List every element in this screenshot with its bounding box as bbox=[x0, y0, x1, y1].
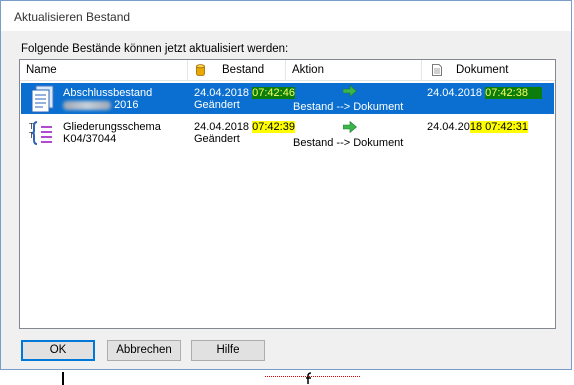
background-glyph bbox=[306, 372, 312, 384]
list-header: Name Bestand Aktion Dokument bbox=[20, 60, 555, 81]
document-icon bbox=[432, 64, 442, 76]
table-row[interactable]: Abschlussbestand 2016 24.04.2018 07:42:4… bbox=[21, 83, 554, 114]
cancel-button[interactable]: Abbrechen bbox=[107, 340, 181, 361]
column-header-bestand[interactable]: Bestand bbox=[188, 60, 286, 80]
ok-button[interactable]: OK bbox=[21, 340, 95, 361]
table-row[interactable]: T T Gliederungsschema K04/37044 24.04.20… bbox=[21, 117, 554, 149]
redacted-text bbox=[63, 100, 111, 110]
update-dialog: Aktualisieren Bestand Folgende Bestände … bbox=[0, 0, 572, 370]
row-bestand: 24.04.2018 07:42:39 Geändert bbox=[194, 121, 295, 145]
column-header-name[interactable]: Name bbox=[20, 60, 188, 80]
column-header-aktion[interactable]: Aktion bbox=[286, 60, 422, 80]
outline-schema-icon: T T bbox=[28, 121, 52, 145]
row-dokument: 24.04.2018 07:42:31 bbox=[427, 121, 528, 133]
arrow-right-icon bbox=[343, 85, 357, 97]
instruction-text: Folgende Bestände können jetzt aktualisi… bbox=[21, 43, 289, 55]
row-dokument: 24.04.2018 07:42:38 bbox=[427, 87, 542, 99]
row-aktion: Bestand --> Dokument bbox=[293, 137, 404, 149]
document-list-icon bbox=[31, 85, 54, 113]
row-bestand: 24.04.2018 07:42:46 Geändert bbox=[194, 87, 295, 111]
column-header-dokument[interactable]: Dokument bbox=[422, 60, 555, 80]
row-name: Abschlussbestand 2016 bbox=[63, 87, 153, 111]
window-title: Aktualisieren Bestand bbox=[14, 10, 131, 24]
row-name: Gliederungsschema K04/37044 bbox=[63, 121, 161, 145]
database-icon bbox=[196, 64, 205, 76]
stock-list[interactable]: Name Bestand Aktion Dokument Abschlussbe… bbox=[19, 59, 556, 329]
row-aktion: Bestand --> Dokument bbox=[293, 101, 404, 113]
background-cursor-mark bbox=[62, 372, 64, 385]
title-bar[interactable]: Aktualisieren Bestand bbox=[1, 1, 571, 31]
help-button[interactable]: Hilfe bbox=[191, 340, 265, 361]
arrow-right-icon bbox=[343, 121, 357, 133]
